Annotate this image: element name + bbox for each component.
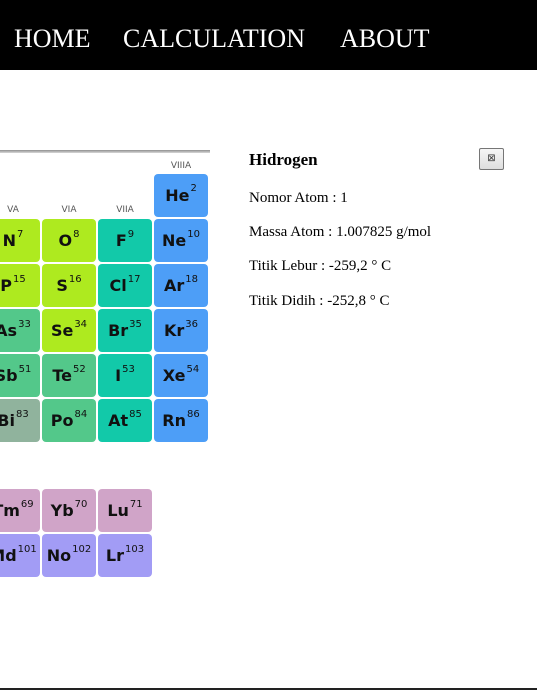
element-number: 101: [17, 544, 37, 555]
element-number: 36: [185, 319, 199, 330]
element-symbol: No: [46, 546, 72, 565]
element-cell[interactable]: He 2: [154, 174, 208, 217]
element-number: 18: [185, 274, 198, 285]
element-cell[interactable]: Xe 54: [154, 354, 208, 397]
element-number: 103: [125, 544, 145, 555]
element-number: 17: [127, 274, 141, 285]
element-symbol: He: [165, 186, 190, 205]
element-symbol: N: [2, 231, 16, 250]
element-number: 51: [18, 364, 32, 375]
element-symbol: Lr: [105, 546, 124, 565]
element-number: 71: [129, 499, 143, 510]
element-symbol: Lu: [107, 501, 129, 520]
element-cell[interactable]: Cl 17: [98, 264, 152, 307]
group-label-viia: VIIA: [116, 205, 134, 215]
element-symbol: Br: [108, 321, 129, 340]
element-symbol: F: [115, 231, 127, 250]
element-symbol: I: [115, 366, 122, 385]
element-number: 86: [186, 409, 200, 420]
element-symbol: Bi: [0, 411, 15, 430]
element-cell[interactable]: F9: [98, 219, 152, 262]
nav-calculation-link[interactable]: CALCULATION: [123, 24, 305, 54]
bottom-border: [0, 688, 537, 690]
element-number: 15: [13, 274, 26, 285]
element-number: 9: [127, 229, 135, 240]
element-cell[interactable]: Te 52: [42, 354, 96, 397]
element-symbol: Ar: [163, 276, 185, 295]
element-symbol: Rn: [162, 411, 186, 430]
element-cell[interactable]: As 33: [0, 309, 40, 352]
table-top-border: [0, 150, 210, 153]
atomic-number-text: Nomor Atom : 1: [249, 190, 348, 206]
element-cell[interactable]: P 15: [0, 264, 40, 307]
element-number: 102: [72, 544, 92, 555]
element-number: 84: [74, 409, 88, 420]
element-cell[interactable]: Ne 10: [154, 219, 208, 262]
element-cell[interactable]: Tm69: [0, 489, 40, 532]
element-cell[interactable]: At 85: [98, 399, 152, 442]
group-label-viiia: VIIIA: [170, 161, 192, 171]
element-cell[interactable]: N7: [0, 219, 40, 262]
atomic-mass-text: Massa Atom : 1.007825 g/mol: [249, 224, 432, 240]
element-number: 54: [186, 364, 200, 375]
element-number: 10: [187, 229, 200, 240]
element-symbol: Se: [50, 321, 74, 340]
element-cell[interactable]: Lr 103: [98, 534, 152, 577]
element-number: 16: [68, 274, 82, 285]
close-icon: ⊠: [487, 153, 496, 164]
element-symbol: Cl: [109, 276, 127, 295]
element-name-title: Hidrogen: [249, 150, 318, 169]
element-cell[interactable]: Br 35: [98, 309, 152, 352]
top-navbar: HOME CALCULATION ABOUT: [0, 0, 537, 70]
periodic-table: VIIIA VA VIA VIIA He 2 N7 O8 F9 Ne 10 P 15 …: [0, 150, 211, 580]
element-symbol: Po: [50, 411, 74, 430]
element-symbol: Ne: [162, 231, 187, 250]
element-symbol: Xe: [162, 366, 186, 385]
element-number: 85: [129, 409, 142, 420]
element-symbol: Sb: [0, 366, 18, 385]
element-cell[interactable]: Ar 18: [154, 264, 208, 307]
element-symbol: Te: [52, 366, 72, 385]
element-cell[interactable]: Se 34: [42, 309, 96, 352]
element-number: 52: [72, 364, 86, 375]
element-number: 34: [74, 319, 88, 330]
element-number: 2: [190, 183, 197, 194]
element-number: 83: [15, 409, 29, 420]
element-cell[interactable]: Lu 71: [98, 489, 152, 532]
group-label-va: VA: [7, 205, 19, 215]
element-symbol: At: [108, 411, 129, 430]
element-number: 70: [74, 499, 88, 510]
close-button[interactable]: ⊠: [479, 148, 504, 170]
element-cell[interactable]: I 53: [98, 354, 152, 397]
element-symbol: S: [56, 276, 68, 295]
nav-about-link[interactable]: ABOUT: [340, 24, 430, 54]
element-number: 53: [122, 364, 135, 375]
element-number: 33: [18, 319, 31, 330]
nav-home-link[interactable]: HOME: [14, 24, 91, 54]
boiling-point-text: Titik Didih : -252,8 ° C: [249, 293, 390, 309]
element-cell[interactable]: No 102: [42, 534, 96, 577]
element-symbol: Kr: [163, 321, 185, 340]
element-symbol: Md: [0, 546, 17, 565]
element-cell[interactable]: Kr 36: [154, 309, 208, 352]
element-symbol: Tm: [0, 501, 20, 520]
element-cell[interactable]: Rn 86: [154, 399, 208, 442]
element-cell[interactable]: O8: [42, 219, 96, 262]
element-number: 35: [129, 319, 142, 330]
element-cell[interactable]: Md101: [0, 534, 40, 577]
element-cell[interactable]: Sb 51: [0, 354, 40, 397]
element-symbol: Yb: [50, 501, 74, 520]
element-number: 69: [20, 499, 34, 510]
element-cell[interactable]: Yb 70: [42, 489, 96, 532]
element-cell[interactable]: Bi 83: [0, 399, 40, 442]
element-cell[interactable]: Po 84: [42, 399, 96, 442]
element-symbol: As: [0, 321, 18, 340]
element-symbol: O: [58, 231, 73, 250]
element-number: 8: [73, 229, 80, 240]
melting-point-text: Titik Lebur : -259,2 ° C: [249, 258, 392, 274]
element-number: 7: [17, 229, 24, 240]
element-cell[interactable]: S 16: [42, 264, 96, 307]
group-label-via: VIA: [61, 205, 77, 215]
element-symbol: P: [0, 276, 12, 295]
